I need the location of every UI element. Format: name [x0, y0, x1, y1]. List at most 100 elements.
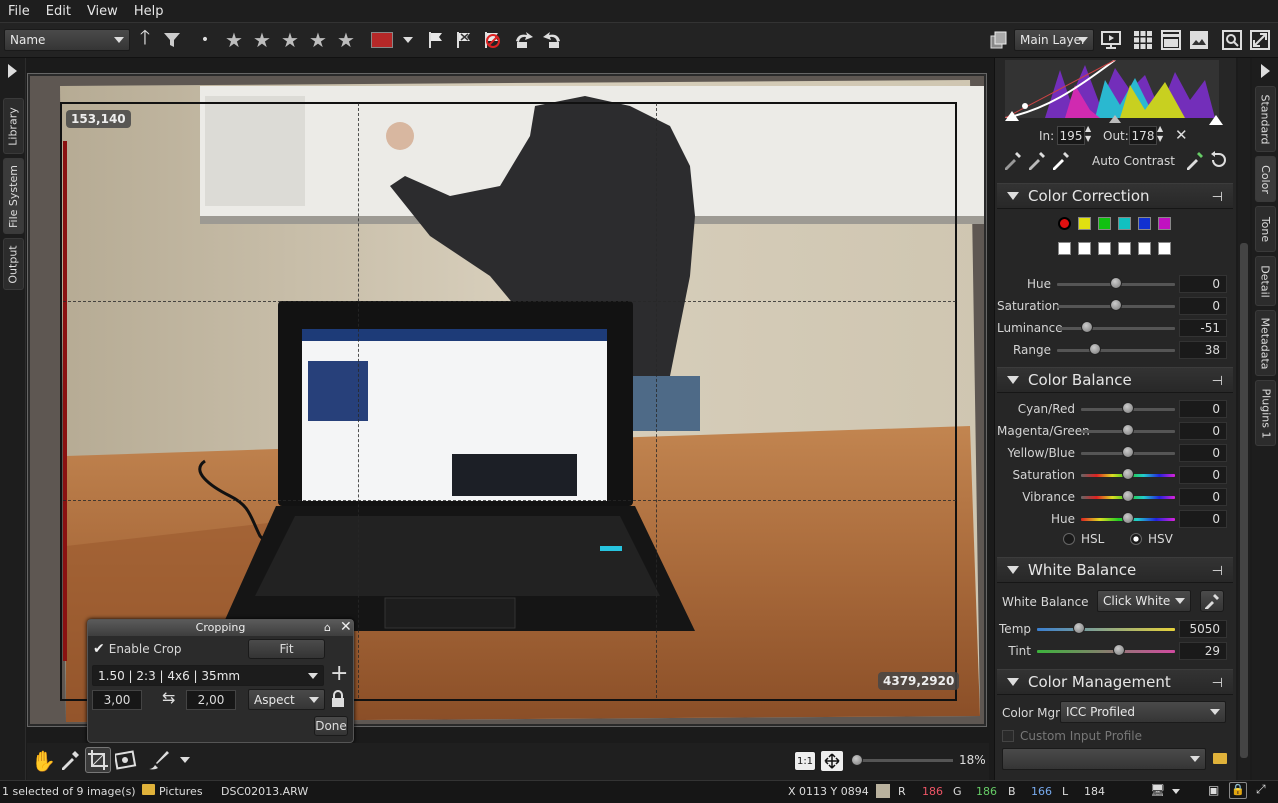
- hue-swatch-3[interactable]: [1098, 217, 1111, 230]
- filmstrip-view-icon[interactable]: [1160, 29, 1182, 51]
- menu-file[interactable]: File: [0, 4, 38, 19]
- color-correction-slider-track-2[interactable]: [1057, 327, 1175, 330]
- color-correction-slider-knob-1[interactable]: [1110, 299, 1122, 311]
- folder-name[interactable]: Pictures: [159, 785, 203, 798]
- white-eyedropper-icon[interactable]: [1051, 150, 1071, 173]
- done-button[interactable]: Done: [314, 716, 348, 736]
- white-point-handle[interactable]: [1209, 115, 1223, 125]
- reject-flag-icon[interactable]: [453, 29, 475, 51]
- tab-color[interactable]: Color: [1255, 156, 1276, 202]
- crop-tool-icon[interactable]: [85, 747, 111, 773]
- curve-reset-icon[interactable]: ✕: [1175, 126, 1188, 144]
- scrollbar-thumb[interactable]: [1240, 243, 1248, 758]
- menu-view[interactable]: View: [79, 4, 126, 19]
- hsv-radio[interactable]: HSV: [1130, 532, 1173, 546]
- zoom-slider-knob[interactable]: [851, 754, 863, 766]
- hsl-radio[interactable]: HSL: [1063, 532, 1104, 546]
- star-5-icon[interactable]: ★: [334, 29, 358, 51]
- color-balance-slider-knob-3[interactable]: [1122, 468, 1134, 480]
- display-profile-icon[interactable]: 🖥: [1150, 783, 1165, 797]
- color-balance-slider-knob-4[interactable]: [1122, 490, 1134, 502]
- lock-icon[interactable]: [331, 690, 345, 711]
- star-1-icon[interactable]: ★: [222, 29, 246, 51]
- white-swatch-4[interactable]: [1118, 242, 1131, 255]
- hue-swatch-6[interactable]: [1158, 217, 1171, 230]
- menu-help[interactable]: Help: [126, 4, 172, 19]
- menu-edit[interactable]: Edit: [38, 4, 79, 19]
- tab-plugins-1[interactable]: Plugins 1: [1255, 380, 1276, 446]
- status-dropdown-icon[interactable]: [1172, 789, 1180, 794]
- color-balance-slider-knob-0[interactable]: [1122, 402, 1134, 414]
- temp-slider-track[interactable]: [1037, 628, 1175, 631]
- color-balance-slider-knob-1[interactable]: [1122, 424, 1134, 436]
- zoom-fit-icon[interactable]: [821, 751, 843, 771]
- temp-value[interactable]: 5050: [1179, 620, 1227, 638]
- sort-direction-icon[interactable]: 🡑: [136, 25, 154, 51]
- eyedropper-tool-icon[interactable]: [59, 749, 81, 774]
- hue-swatch-5[interactable]: [1138, 217, 1151, 230]
- auto-contrast-label[interactable]: Auto Contrast: [1092, 154, 1175, 168]
- custom-input-profile-checkbox[interactable]: Custom Input Profile: [1002, 729, 1142, 743]
- zoom-view-icon[interactable]: [1221, 29, 1243, 51]
- gray-eyedropper-icon[interactable]: [1027, 150, 1047, 173]
- collapse-right-panel-icon[interactable]: [1261, 64, 1270, 78]
- add-preset-icon[interactable]: +: [330, 662, 348, 686]
- tint-slider-knob[interactable]: [1113, 644, 1126, 656]
- star-4-icon[interactable]: ★: [306, 29, 330, 51]
- single-view-icon[interactable]: [1188, 29, 1210, 51]
- color-correction-slider-knob-0[interactable]: [1110, 277, 1122, 289]
- tab-detail[interactable]: Detail: [1255, 256, 1276, 306]
- tint-value[interactable]: 29: [1179, 642, 1227, 660]
- lock-status-icon[interactable]: 🔒: [1229, 782, 1247, 799]
- expand-left-panel-icon[interactable]: [8, 64, 17, 78]
- crop-mode-dropdown[interactable]: Aspect: [248, 689, 325, 710]
- tab-file-system[interactable]: File System: [3, 158, 24, 234]
- pin-icon[interactable]: ⊣: [1212, 564, 1223, 579]
- hue-swatch-2[interactable]: [1078, 217, 1091, 230]
- swap-dimensions-icon[interactable]: ⇆: [162, 688, 175, 707]
- white-balance-picker-icon[interactable]: [1200, 590, 1224, 612]
- zoom-one-to-one-button[interactable]: 1:1: [794, 751, 816, 771]
- color-balance-value-0[interactable]: 0: [1179, 400, 1227, 418]
- pin-icon[interactable]: ⊣: [1212, 676, 1223, 691]
- tab-output[interactable]: Output: [3, 238, 24, 290]
- pin-icon[interactable]: ⊣: [1212, 190, 1223, 205]
- tab-library[interactable]: Library: [3, 98, 24, 154]
- white-swatch-3[interactable]: [1098, 242, 1111, 255]
- color-label-swatch[interactable]: [370, 29, 394, 51]
- panel-scrollbar[interactable]: [1238, 58, 1250, 780]
- color-balance-header[interactable]: Color Balance ⊣: [997, 367, 1233, 393]
- crop-width-field[interactable]: 3,00: [92, 690, 142, 710]
- rotate-right-icon[interactable]: [540, 29, 564, 51]
- hue-swatch-1[interactable]: [1058, 217, 1071, 230]
- tool-options-dropdown-icon[interactable]: [180, 757, 190, 763]
- color-correction-value-1[interactable]: 0: [1179, 297, 1227, 315]
- flag-icon[interactable]: [425, 29, 447, 51]
- color-balance-value-4[interactable]: 0: [1179, 488, 1227, 506]
- curve-histogram[interactable]: [1004, 59, 1219, 119]
- aspect-preset-dropdown[interactable]: 1.50 | 2:3 | 4x6 | 35mm: [92, 665, 324, 686]
- custom-profile-dropdown[interactable]: [1002, 748, 1206, 770]
- color-correction-value-3[interactable]: 38: [1179, 341, 1227, 359]
- color-balance-value-2[interactable]: 0: [1179, 444, 1227, 462]
- auto-contrast-icon[interactable]: [1185, 150, 1205, 173]
- color-balance-value-5[interactable]: 0: [1179, 510, 1227, 528]
- compare-view-icon[interactable]: [1249, 29, 1271, 51]
- tab-metadata[interactable]: Metadata: [1255, 310, 1276, 376]
- color-correction-value-2[interactable]: -51: [1179, 319, 1227, 337]
- expand-icon[interactable]: ⤢: [1256, 782, 1266, 797]
- black-point-handle[interactable]: [1005, 111, 1019, 121]
- pin-icon[interactable]: ⊣: [1212, 374, 1223, 389]
- close-icon[interactable]: ✕: [340, 619, 352, 635]
- color-correction-value-0[interactable]: 0: [1179, 275, 1227, 293]
- layers-icon[interactable]: [988, 29, 1010, 51]
- color-mgmt-dropdown[interactable]: ICC Profiled: [1060, 701, 1226, 723]
- crop-height-field[interactable]: 2,00: [186, 690, 236, 710]
- color-balance-slider-knob-2[interactable]: [1122, 446, 1134, 458]
- hand-tool-icon[interactable]: ✋: [31, 749, 56, 773]
- white-swatch-6[interactable]: [1158, 242, 1171, 255]
- color-management-header[interactable]: Color Management ⊣: [997, 669, 1233, 695]
- curve-in-spin-icon[interactable]: ▲ ▼: [1085, 124, 1091, 144]
- color-correction-slider-knob-2[interactable]: [1080, 321, 1093, 333]
- rotate-left-icon[interactable]: [512, 29, 536, 51]
